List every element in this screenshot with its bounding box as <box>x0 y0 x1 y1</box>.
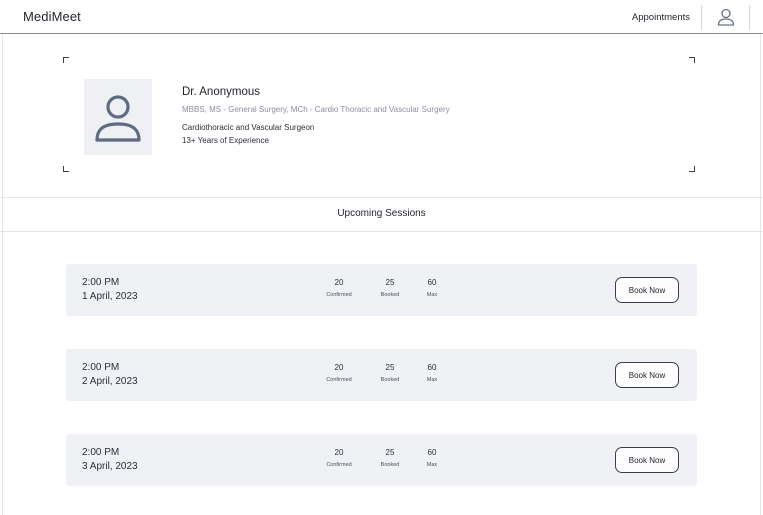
doctor-qualifications: MBBS, MS - General Surgery, MCh - Cardio… <box>182 105 450 114</box>
session-card: 2:00 PM 3 April, 2023 20 Confirmed 25 Bo… <box>66 434 697 486</box>
stat-booked-label: Booked <box>380 377 400 383</box>
frame-corner <box>63 57 69 63</box>
session-date: 2 April, 2023 <box>82 376 138 387</box>
session-time: 2:00 PM <box>82 447 120 458</box>
stat-max: 60 Max <box>412 278 452 298</box>
user-icon <box>717 8 735 26</box>
stat-booked-label: Booked <box>380 292 400 298</box>
session-time: 2:00 PM <box>82 277 120 288</box>
stat-confirmed: 20 Confirmed <box>319 448 359 468</box>
navbar: MediMeet Appointments <box>0 0 763 34</box>
session-time: 2:00 PM <box>82 362 120 373</box>
session-card: 2:00 PM 2 April, 2023 20 Confirmed 25 Bo… <box>66 349 697 401</box>
nav-link-appointments[interactable]: Appointments <box>632 12 690 23</box>
stat-booked-value: 25 <box>385 448 395 457</box>
book-now-button[interactable]: Book Now <box>615 277 679 303</box>
frame-corner <box>63 166 69 172</box>
book-now-button[interactable]: Book Now <box>615 447 679 473</box>
nav-divider <box>701 5 702 30</box>
sessions-title: Upcoming Sessions <box>337 208 426 219</box>
brand-logo[interactable]: MediMeet <box>23 9 81 24</box>
stat-confirmed-label: Confirmed <box>326 292 352 298</box>
profile-avatar-button[interactable] <box>714 6 738 28</box>
book-now-button[interactable]: Book Now <box>615 362 679 388</box>
doctor-name: Dr. Anonymous <box>182 86 260 98</box>
stat-confirmed: 20 Confirmed <box>319 363 359 383</box>
doctor-profile: Dr. Anonymous MBBS, MS - General Surgery… <box>0 34 763 198</box>
stat-confirmed-value: 20 <box>334 278 344 287</box>
stat-max-label: Max <box>426 377 438 383</box>
stat-confirmed: 20 Confirmed <box>319 278 359 298</box>
sessions-header: Upcoming Sessions <box>0 198 763 232</box>
session-date: 3 April, 2023 <box>82 461 138 472</box>
stat-booked-value: 25 <box>385 278 395 287</box>
stat-booked-label: Booked <box>380 462 400 468</box>
stat-confirmed-value: 20 <box>334 363 344 372</box>
stat-booked: 25 Booked <box>370 278 410 298</box>
stat-max-label: Max <box>426 292 438 298</box>
stat-max-value: 60 <box>427 363 437 372</box>
stat-max: 60 Max <box>412 448 452 468</box>
session-date: 1 April, 2023 <box>82 291 138 302</box>
stat-max-value: 60 <box>427 448 437 457</box>
stat-booked-value: 25 <box>385 363 395 372</box>
doctor-experience: 13+ Years of Experience <box>182 136 269 145</box>
stat-max-value: 60 <box>427 278 437 287</box>
stat-booked: 25 Booked <box>370 363 410 383</box>
nav-divider <box>749 5 750 30</box>
doctor-photo <box>84 79 152 155</box>
session-card: 2:00 PM 1 April, 2023 20 Confirmed 25 Bo… <box>66 264 697 316</box>
doctor-specialty: Cardiothoracic and Vascular Surgeon <box>182 123 315 132</box>
stat-booked: 25 Booked <box>370 448 410 468</box>
frame-corner <box>689 166 695 172</box>
stat-max: 60 Max <box>412 363 452 383</box>
user-placeholder-icon <box>95 95 141 142</box>
stat-confirmed-value: 20 <box>334 448 344 457</box>
stat-max-label: Max <box>426 462 438 468</box>
stat-confirmed-label: Confirmed <box>326 377 352 383</box>
frame-corner <box>689 57 695 63</box>
stat-confirmed-label: Confirmed <box>326 462 352 468</box>
